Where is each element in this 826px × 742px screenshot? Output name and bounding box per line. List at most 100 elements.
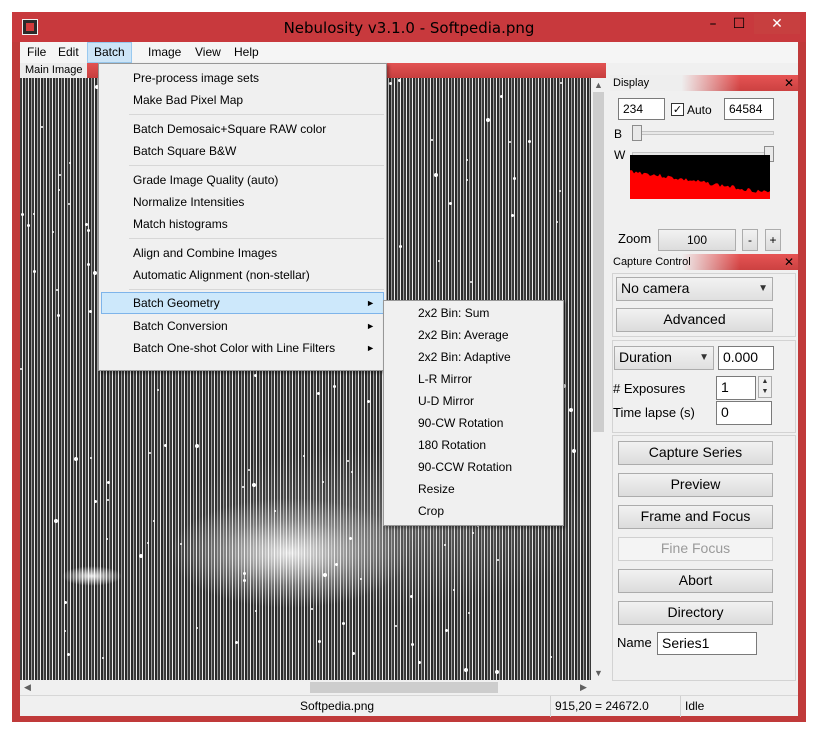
submenu-item-90cw[interactable]: 90-CW Rotation xyxy=(386,412,561,434)
preview-button[interactable]: Preview xyxy=(618,473,773,497)
menu-item-match-histograms[interactable]: Match histograms xyxy=(101,213,384,235)
geometry-submenu: 2x2 Bin: Sum 2x2 Bin: Average 2x2 Bin: A… xyxy=(383,300,564,526)
menu-item-normalize[interactable]: Normalize Intensities xyxy=(101,191,384,213)
star xyxy=(243,572,246,575)
submenu-item-90ccw[interactable]: 90-CCW Rotation xyxy=(386,456,561,478)
star xyxy=(56,289,58,291)
star xyxy=(449,202,452,205)
menu-item-preprocess[interactable]: Pre-process image sets xyxy=(101,67,384,89)
menu-edit[interactable]: Edit xyxy=(52,42,85,63)
star xyxy=(235,641,238,644)
black-point-input[interactable]: 234 xyxy=(618,98,665,120)
maximize-button[interactable]: ☐ xyxy=(726,14,752,34)
horizontal-scrollbar[interactable]: ◀ ▶ xyxy=(20,680,591,695)
star xyxy=(453,589,455,591)
star xyxy=(497,559,499,561)
star xyxy=(360,578,362,580)
star xyxy=(445,629,448,632)
menu-item-square-bw[interactable]: Batch Square B&W xyxy=(101,140,384,162)
submenu-item-lr-mirror[interactable]: L-R Mirror xyxy=(386,368,561,390)
zoom-out-button[interactable]: - xyxy=(742,229,758,251)
scroll-left-icon[interactable]: ◀ xyxy=(20,680,35,694)
title-bar[interactable]: Nebulosity v3.1.0 - Softpedia.png – ☐ ✕ xyxy=(12,12,806,42)
star xyxy=(444,544,446,546)
camera-select[interactable]: No camera ▼ xyxy=(616,277,773,301)
menu-file[interactable]: File xyxy=(21,42,52,63)
star xyxy=(468,612,470,614)
star xyxy=(69,162,71,164)
advanced-button[interactable]: Advanced xyxy=(616,308,773,332)
star xyxy=(418,661,421,664)
submenu-item-resize[interactable]: Resize xyxy=(386,478,561,500)
star xyxy=(560,82,562,84)
black-slider-track[interactable] xyxy=(632,131,774,135)
star xyxy=(248,469,250,471)
star xyxy=(139,554,143,558)
capture-series-button[interactable]: Capture Series xyxy=(618,441,773,465)
menu-item-batch-geometry[interactable]: Batch Geometry ► xyxy=(101,292,384,314)
star xyxy=(196,627,198,629)
scroll-right-icon[interactable]: ▶ xyxy=(576,680,591,694)
scroll-down-icon[interactable]: ▼ xyxy=(591,666,606,680)
star xyxy=(431,139,433,141)
menu-item-one-shot-color[interactable]: Batch One-shot Color with Line Filters ► xyxy=(101,337,384,359)
duration-input[interactable]: 0.000 xyxy=(718,346,774,370)
menu-item-batch-geometry-label: Batch Geometry xyxy=(133,296,220,310)
star xyxy=(57,314,60,317)
menu-item-batch-conversion[interactable]: Batch Conversion ► xyxy=(101,315,384,337)
spin-down-icon[interactable]: ▼ xyxy=(759,387,771,397)
menu-separator xyxy=(129,238,384,239)
auto-checkbox[interactable]: ✓ xyxy=(671,103,684,116)
timelapse-input[interactable]: 0 xyxy=(716,401,772,425)
series-name-input[interactable]: Series1 xyxy=(657,632,757,655)
star xyxy=(195,444,199,448)
abort-button[interactable]: Abort xyxy=(618,569,773,593)
white-point-input[interactable]: 64584 xyxy=(724,98,774,120)
main-image-label: Main Image xyxy=(20,63,88,78)
star xyxy=(59,174,61,176)
chevron-down-icon: ▼ xyxy=(699,352,709,363)
submenu-item-ud-mirror[interactable]: U-D Mirror xyxy=(386,390,561,412)
black-slider-thumb[interactable] xyxy=(632,125,642,141)
exposures-input[interactable]: 1 xyxy=(716,376,756,400)
menu-item-align-combine[interactable]: Align and Combine Images xyxy=(101,242,384,264)
submenu-item-bin-sum[interactable]: 2x2 Bin: Sum xyxy=(386,302,561,324)
directory-button[interactable]: Directory xyxy=(618,601,773,625)
star xyxy=(311,608,313,610)
display-close-icon[interactable]: ✕ xyxy=(784,75,794,91)
submenu-item-bin-adaptive[interactable]: 2x2 Bin: Adaptive xyxy=(386,346,561,368)
spin-up-icon[interactable]: ▲ xyxy=(759,377,771,387)
menu-view[interactable]: View xyxy=(189,42,227,63)
minimize-button[interactable]: – xyxy=(700,14,726,34)
vertical-scroll-thumb[interactable] xyxy=(593,92,604,432)
white-slider-label: W xyxy=(614,148,626,162)
star xyxy=(395,625,397,627)
menu-image[interactable]: Image xyxy=(142,42,187,63)
menu-item-auto-align[interactable]: Automatic Alignment (non-stellar) xyxy=(101,264,384,286)
menu-batch[interactable]: Batch xyxy=(87,42,132,63)
star xyxy=(322,481,324,483)
submenu-item-180[interactable]: 180 Rotation xyxy=(386,434,561,456)
frame-and-focus-button[interactable]: Frame and Focus xyxy=(618,505,773,529)
star xyxy=(513,177,516,180)
menu-item-demosaic[interactable]: Batch Demosaic+Square RAW color xyxy=(101,118,384,140)
capture-close-icon[interactable]: ✕ xyxy=(784,254,794,270)
zoom-value[interactable]: 100 xyxy=(658,229,736,251)
menu-separator xyxy=(129,165,384,166)
duration-select[interactable]: Duration ▼ xyxy=(614,346,714,370)
star xyxy=(317,392,320,395)
submenu-item-crop[interactable]: Crop xyxy=(386,500,561,522)
submenu-item-bin-average[interactable]: 2x2 Bin: Average xyxy=(386,324,561,346)
zoom-in-button[interactable]: + xyxy=(765,229,781,251)
star xyxy=(252,483,256,487)
scroll-up-icon[interactable]: ▲ xyxy=(591,78,606,92)
close-button[interactable]: ✕ xyxy=(754,14,800,34)
exposures-spinner[interactable]: ▲ ▼ xyxy=(758,376,772,398)
fine-focus-button[interactable]: Fine Focus xyxy=(618,537,773,561)
menu-item-bad-pixel-map[interactable]: Make Bad Pixel Map xyxy=(101,89,384,111)
star xyxy=(94,500,97,503)
menu-help[interactable]: Help xyxy=(228,42,265,63)
vertical-scrollbar[interactable]: ▲ ▼ xyxy=(591,78,606,680)
horizontal-scroll-thumb[interactable] xyxy=(310,682,498,693)
menu-item-grade-quality[interactable]: Grade Image Quality (auto) xyxy=(101,169,384,191)
